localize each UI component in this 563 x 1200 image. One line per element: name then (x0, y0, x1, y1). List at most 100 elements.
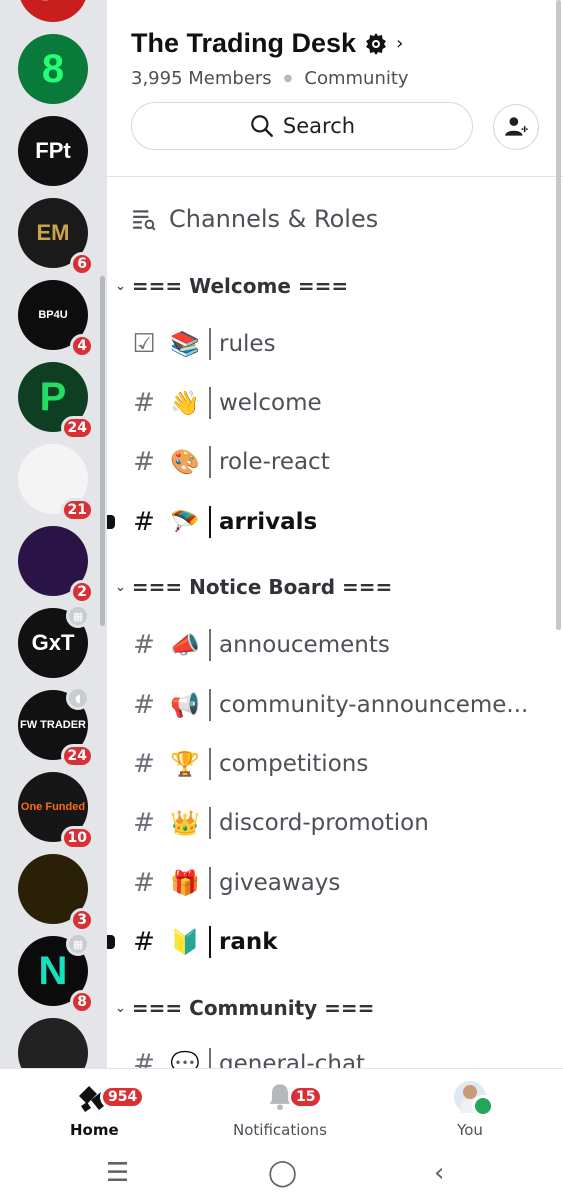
channel-separator (209, 387, 211, 419)
mention-badge: 24 (60, 416, 94, 440)
chevron-down-icon: ⌄ (115, 579, 126, 595)
server-type: Community (304, 68, 409, 89)
channel-name: general-chat (219, 1051, 366, 1068)
channel-item[interactable]: # 💬 general-chat (131, 1044, 551, 1068)
channel-category[interactable]: ⌄ === Community === (115, 996, 374, 1020)
mention-badge: 2 (70, 580, 94, 604)
server-icon[interactable] (18, 1018, 88, 1068)
server-icon[interactable]: P 24 (18, 362, 94, 440)
channel-item[interactable]: # 📣 annoucements (131, 625, 551, 665)
event-icon: ▦ (66, 604, 90, 628)
server-meta: 3,995 Members ● Community (131, 68, 409, 89)
server-icon[interactable]: 3 (18, 854, 94, 932)
separator-dot: ● (283, 73, 293, 84)
server-icon[interactable]: 2 (18, 526, 94, 604)
notifications-badge: 15 (288, 1085, 324, 1109)
server-rail-scrollbar[interactable] (100, 276, 105, 626)
server-name[interactable]: The Trading Desk (131, 28, 356, 59)
channel-category[interactable]: ⌄ === Welcome === (115, 274, 348, 298)
server-icon[interactable]: N 8 ▦ (18, 932, 94, 1014)
rules-checkbox-icon: ☑ (132, 329, 156, 359)
channel-name: role-react (219, 449, 330, 475)
chevron-down-icon: ⌄ (115, 278, 126, 294)
back-icon[interactable]: ‹ (434, 1158, 444, 1188)
channel-separator (209, 629, 211, 661)
channel-separator (209, 446, 211, 478)
channel-emoji: 🔰 (170, 928, 200, 956)
server-initials: N (38, 948, 68, 993)
invite-members-button[interactable] (493, 104, 539, 150)
server-icon[interactable]: 21 (18, 444, 94, 522)
channel-category[interactable]: ⌄ === Notice Board === (115, 575, 392, 599)
channel-separator (209, 807, 211, 839)
add-user-icon (505, 117, 529, 136)
channel-item[interactable]: # 👋 welcome (131, 383, 551, 423)
channel-item[interactable]: ☑ 📚 rules (131, 324, 551, 364)
tab-you[interactable]: You (454, 1081, 494, 1139)
channel-emoji: 📚 (170, 330, 200, 358)
server-icon[interactable]: 8 (18, 34, 88, 104)
channel-separator (209, 867, 211, 899)
mention-badge: 21 (60, 498, 94, 522)
channel-emoji: 💬 (170, 1050, 200, 1068)
channel-emoji: 🪂 (170, 508, 200, 536)
hash-icon: # (133, 630, 155, 660)
channel-item[interactable]: # 🎨 role-react (131, 442, 551, 482)
server-icon[interactable]: BP4U 4 (18, 280, 94, 358)
server-initials: BP4U (38, 309, 68, 321)
channel-item[interactable]: # 🔰 rank (131, 922, 551, 962)
channel-item[interactable]: # 🎁 giveaways (131, 863, 551, 903)
server-icon[interactable]: FPt (18, 116, 88, 186)
server-icon[interactable]: P (18, 0, 88, 22)
channel-item[interactable]: # 👑 discord-promotion (131, 803, 551, 843)
channel-emoji: 📣 (170, 631, 200, 659)
home-badge: 954 (100, 1085, 146, 1109)
channel-item[interactable]: # 📢 community-announceme... (131, 685, 551, 725)
channel-name: discord-promotion (219, 810, 429, 836)
channel-emoji: 👋 (170, 389, 200, 417)
channels-roles-item[interactable]: Channels & Roles (131, 205, 378, 233)
recents-icon[interactable]: ☰ (106, 1158, 129, 1188)
server-icon[interactable]: FW TRADER 24 ◖ (18, 686, 94, 768)
channel-name: arrivals (219, 509, 318, 535)
hash-icon: # (133, 749, 155, 779)
hash-icon: # (133, 927, 155, 957)
mention-badge: 4 (70, 334, 94, 358)
channel-emoji: 🏆 (170, 750, 200, 778)
channel-item[interactable]: # 🏆 competitions (131, 744, 551, 784)
mention-badge: 24 (60, 744, 94, 768)
category-label: === Community === (131, 996, 375, 1020)
server-icon[interactable]: GxT ▦ (18, 604, 90, 678)
search-label: Search (282, 114, 356, 138)
chevron-down-icon: ⌄ (115, 1000, 126, 1016)
server-icon[interactable]: EM 6 (18, 198, 94, 276)
you-label: You (457, 1121, 483, 1139)
mention-badge: 10 (60, 826, 94, 850)
channel-separator (209, 748, 211, 780)
hash-icon: # (133, 808, 155, 838)
mention-badge: 8 (70, 990, 94, 1014)
notifications-label: Notifications (233, 1121, 327, 1139)
mention-badge: 6 (70, 252, 94, 276)
home-circle-icon[interactable]: ◯ (268, 1158, 297, 1188)
channel-name: competitions (219, 751, 369, 777)
community-badge-icon (366, 32, 387, 55)
server-initials: P (40, 0, 67, 10)
hash-icon: # (133, 690, 155, 720)
chevron-right-icon[interactable]: › (396, 33, 403, 54)
search-button[interactable]: Search (131, 102, 473, 150)
channel-name: rank (219, 929, 278, 955)
channel-name: community-announceme... (219, 692, 529, 718)
hash-icon: # (133, 1049, 155, 1068)
server-channel-panel: The Trading Desk › 3,995 Members ● Commu… (107, 0, 563, 1068)
server-initials: One Funded (20, 801, 86, 813)
channel-list-scrollbar[interactable] (556, 0, 561, 630)
channel-item[interactable]: # 🪂 arrivals (131, 502, 551, 542)
voice-activity-icon: ◖ (66, 686, 90, 710)
server-initials: P (39, 374, 67, 419)
server-header[interactable]: The Trading Desk › (131, 28, 403, 59)
server-icon[interactable]: One Funded 10 (18, 772, 94, 850)
header-divider (107, 176, 563, 177)
channel-separator (209, 689, 211, 721)
event-icon: ▦ (66, 932, 90, 956)
